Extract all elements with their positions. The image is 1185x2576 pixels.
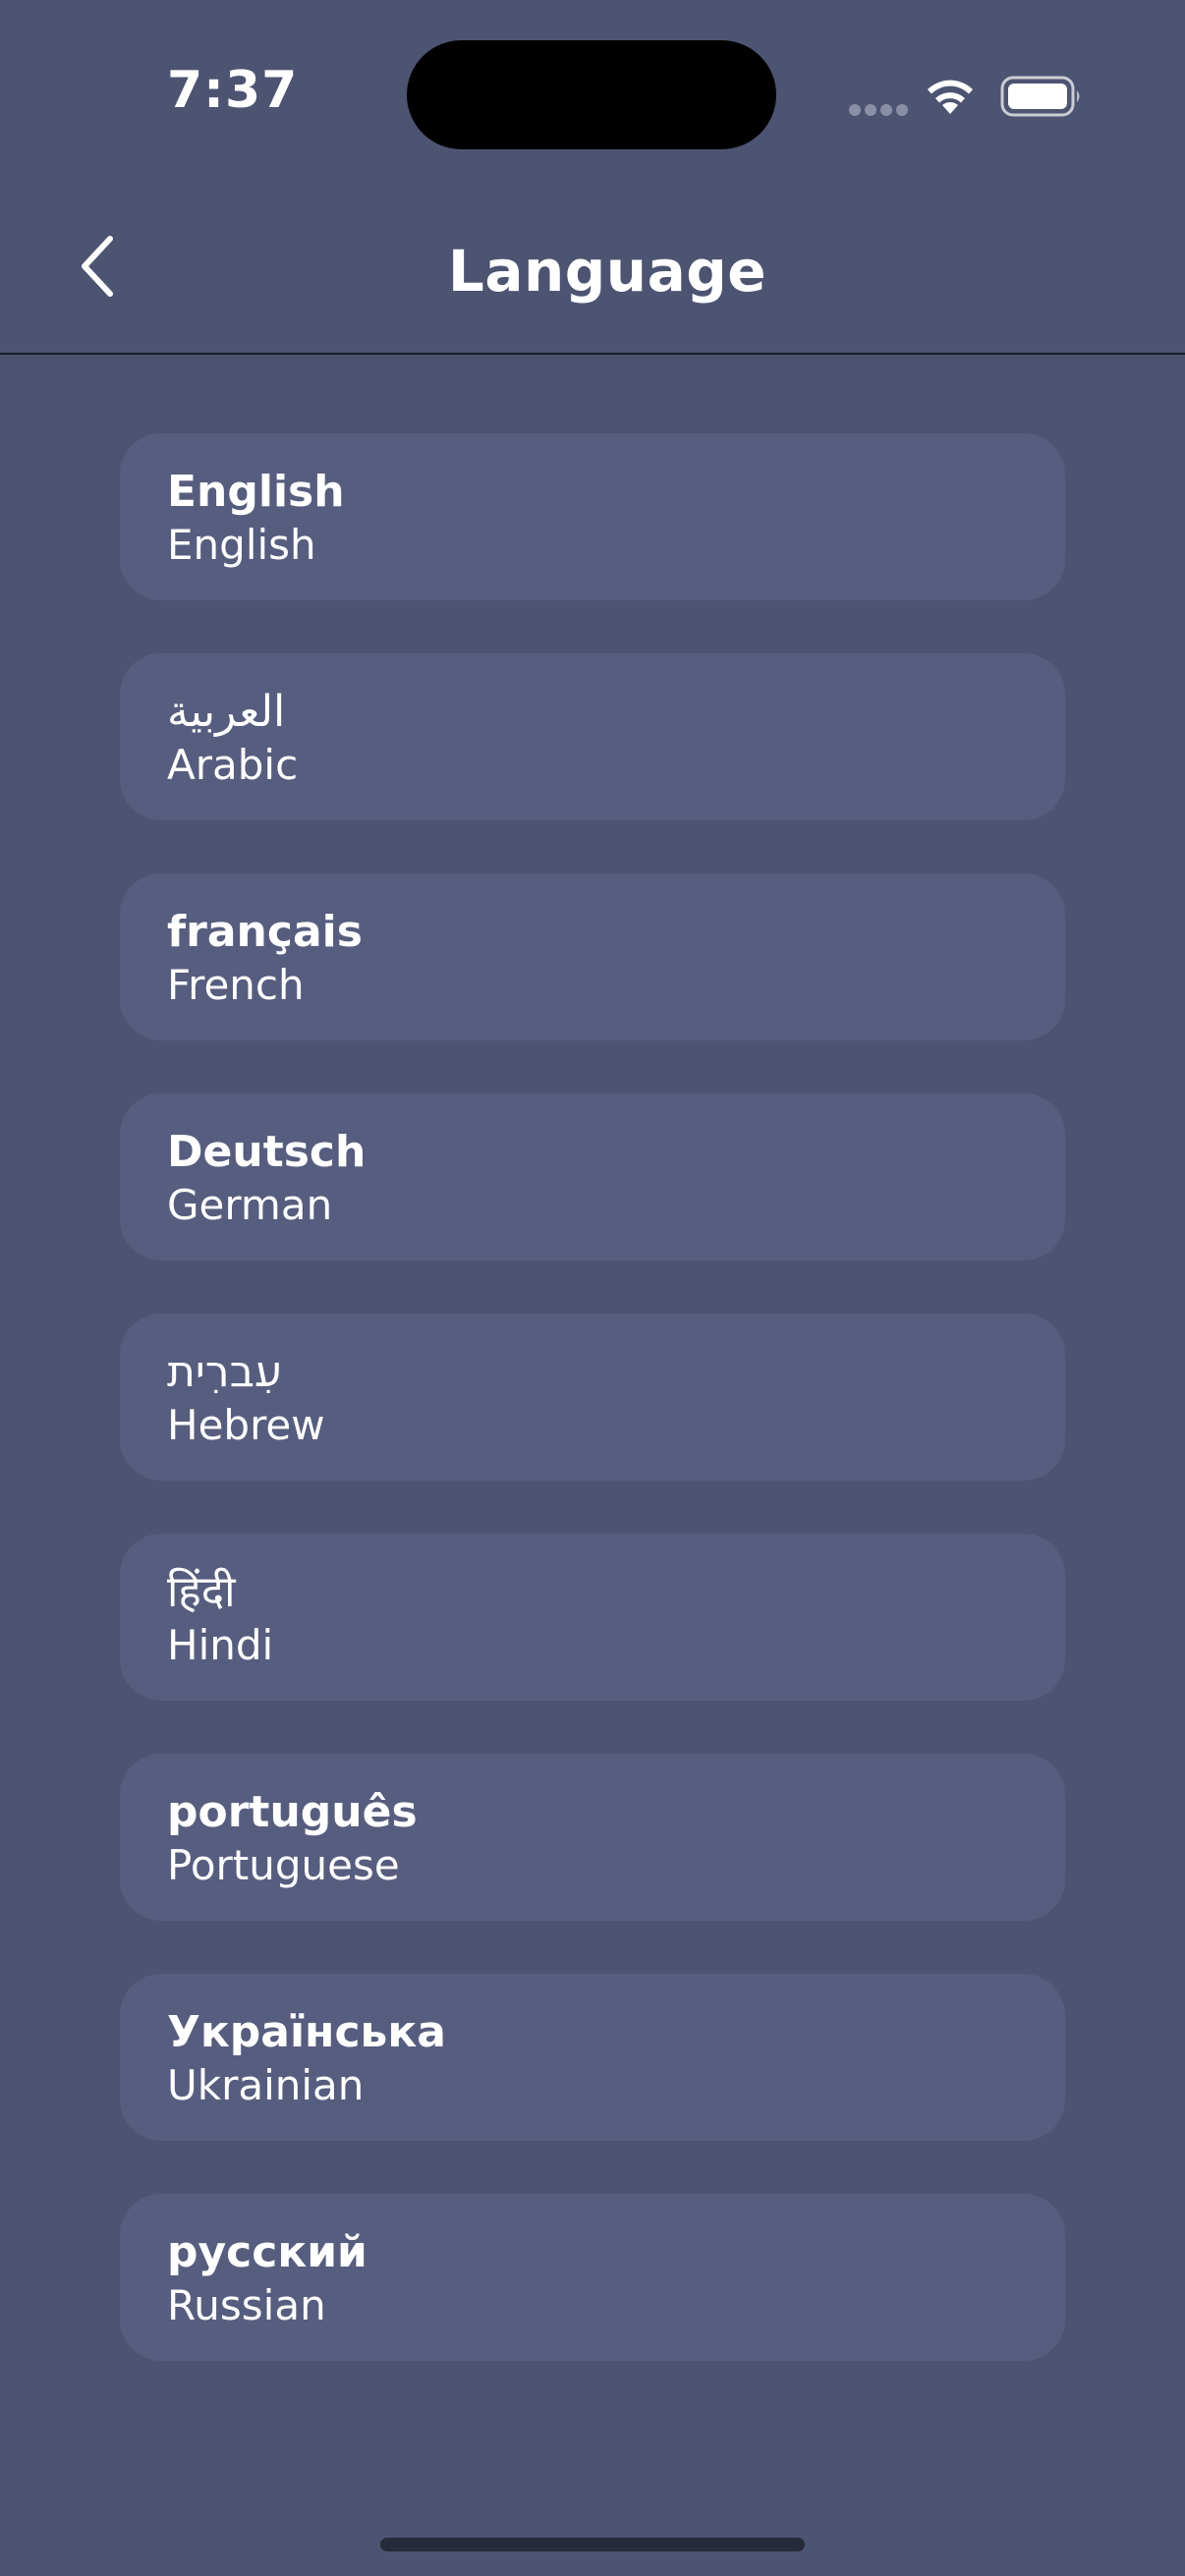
language-native-name: русский — [167, 2227, 367, 2277]
language-english-name: Russian — [167, 2281, 326, 2329]
language-native-name: Deutsch — [167, 1127, 367, 1177]
home-indicator[interactable] — [380, 2538, 805, 2551]
language-option[interactable]: русский Russian — [120, 2194, 1065, 2361]
language-native-name: português — [167, 1787, 418, 1837]
status-time: 7:37 — [167, 61, 299, 120]
language-native-name: Українська — [167, 2007, 446, 2057]
page-title: Language — [447, 238, 767, 305]
language-option[interactable]: English English — [120, 433, 1065, 600]
language-native-name: עִברִית — [167, 1347, 283, 1397]
language-native-name: français — [167, 907, 363, 957]
cellular-signal-icon — [849, 104, 908, 116]
language-option[interactable]: עִברִית Hebrew — [120, 1314, 1065, 1481]
language-option[interactable]: français French — [120, 873, 1065, 1040]
language-english-name: Portuguese — [167, 1841, 400, 1889]
battery-icon — [1000, 76, 1080, 117]
status-bar: 7:37 — [0, 0, 1185, 196]
language-native-name: हिंदी — [167, 1567, 236, 1617]
language-list: English English العربية Arabic français Frenc… — [120, 433, 1065, 2414]
language-english-name: German — [167, 1181, 333, 1229]
language-english-name: Hebrew — [167, 1401, 325, 1449]
dynamic-island — [407, 40, 776, 149]
language-native-name: English — [167, 467, 345, 517]
wifi-icon — [928, 80, 973, 114]
language-option[interactable]: português Portuguese — [120, 1754, 1065, 1921]
language-option[interactable]: Deutsch German — [120, 1093, 1065, 1260]
language-option[interactable]: हिंदी Hindi — [120, 1534, 1065, 1701]
language-option[interactable]: Українська Ukrainian — [120, 1974, 1065, 2141]
language-option[interactable]: العربية Arabic — [120, 653, 1065, 820]
language-english-name: Hindi — [167, 1621, 274, 1669]
language-native-name: العربية — [167, 687, 286, 737]
language-english-name: English — [167, 521, 316, 569]
language-english-name: French — [167, 961, 305, 1009]
language-english-name: Arabic — [167, 741, 299, 789]
language-english-name: Ukrainian — [167, 2061, 365, 2109]
navigation-bar: Language — [0, 196, 1185, 354]
header-divider — [0, 353, 1185, 355]
